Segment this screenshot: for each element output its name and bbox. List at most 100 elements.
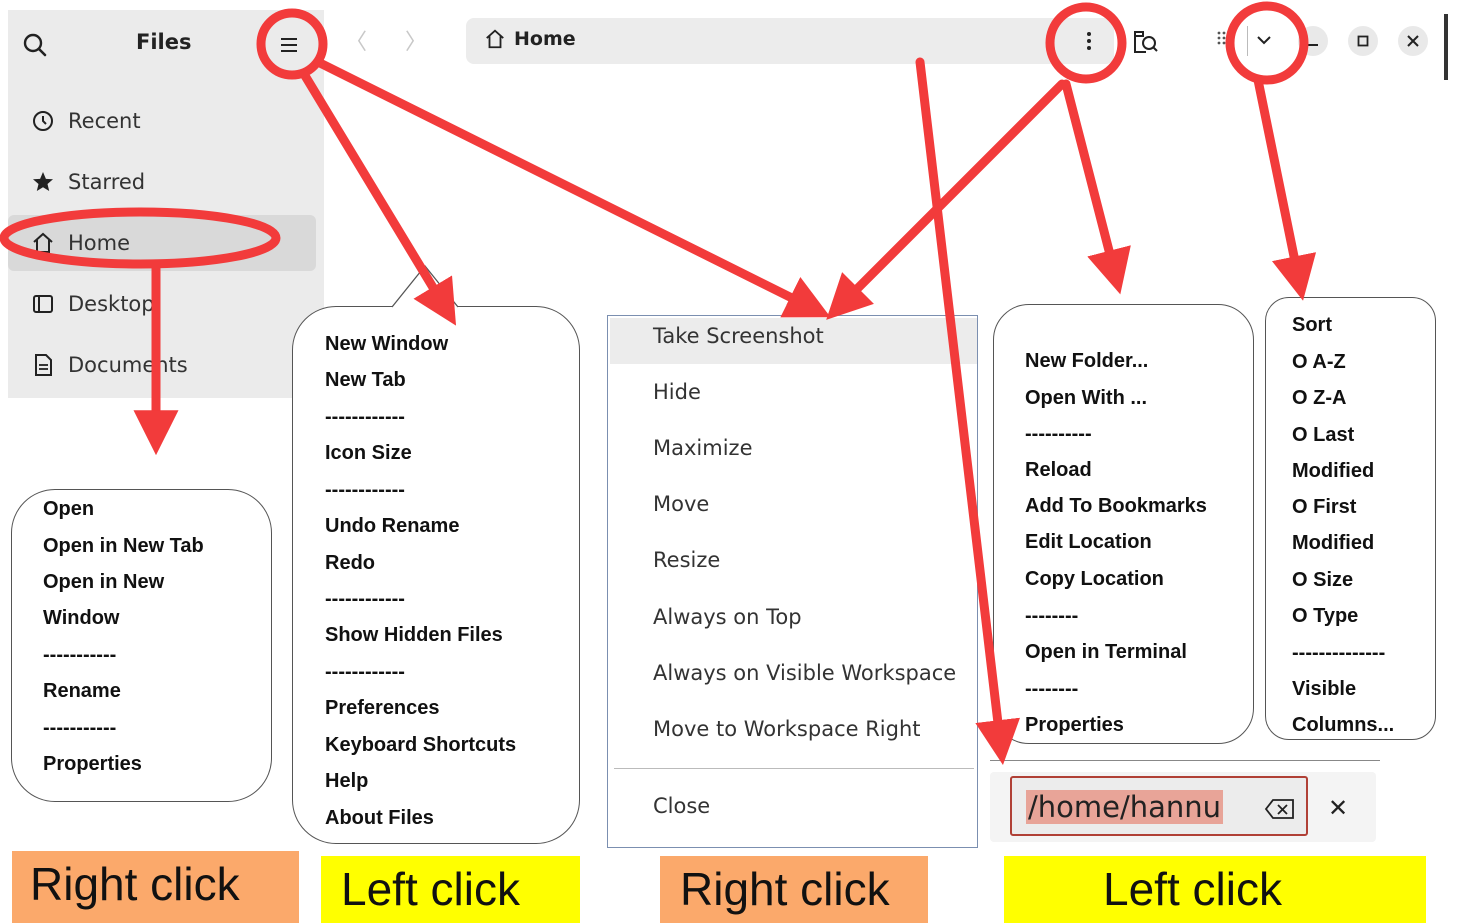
label-left-click: Left click xyxy=(321,856,580,923)
maximize-icon xyxy=(1357,35,1369,47)
annotation-arrow xyxy=(826,79,1067,320)
close-button[interactable] xyxy=(1398,26,1428,56)
chevron-down-icon[interactable] xyxy=(1256,34,1272,46)
nav-arrows: 〈〉 xyxy=(345,24,465,56)
sidebar-item-home[interactable]: Home xyxy=(8,215,316,271)
menu-item-help[interactable]: Help xyxy=(325,770,368,793)
menu-item-maximize[interactable]: Maximize xyxy=(653,436,752,460)
sidebar-item-documents[interactable]: Documents xyxy=(8,337,316,393)
divider-line xyxy=(990,760,1380,761)
star-icon xyxy=(28,170,58,194)
menu-item-edit-location[interactable]: Edit Location xyxy=(1025,531,1152,554)
scrollbar[interactable] xyxy=(1444,14,1448,80)
label-right-click: Right click xyxy=(12,851,299,923)
menu-item-new-tab[interactable]: New Tab xyxy=(325,369,406,392)
search-icon[interactable] xyxy=(22,32,48,58)
menu-item-properties[interactable]: Properties xyxy=(1025,714,1124,737)
annotation-arrow xyxy=(1061,79,1131,295)
grid-view-icon[interactable] xyxy=(1216,30,1228,50)
menu-item-preferences[interactable]: Preferences xyxy=(325,697,440,720)
home-icon xyxy=(486,29,504,49)
sidebar-item-label: Desktop xyxy=(68,292,155,316)
menu-separator: ------------ xyxy=(325,588,405,610)
sort-option-type[interactable]: O Type xyxy=(1292,605,1358,628)
sidebar-item-label: Home xyxy=(68,231,131,255)
menu-item-reload[interactable]: Reload xyxy=(1025,459,1092,482)
menu-item-redo[interactable]: Redo xyxy=(325,552,375,575)
menu-item-about-files[interactable]: About Files xyxy=(325,807,434,830)
close-location-button[interactable]: ✕ xyxy=(1328,794,1348,822)
menu-item-copy-location[interactable]: Copy Location xyxy=(1025,568,1164,591)
menu-separator: ------------ xyxy=(325,479,405,501)
menu-item-keyboard-shortcuts[interactable]: Keyboard Shortcuts xyxy=(325,734,516,757)
app-title: Files xyxy=(136,30,192,54)
menu-separator: ----------- xyxy=(43,644,117,666)
menu-item-visible-columns[interactable]: Visible xyxy=(1292,678,1356,701)
sidebar-context-menu: Open Open in New Tab Open in New Window … xyxy=(11,489,272,802)
annotation-arrow xyxy=(1253,75,1317,301)
menu-item-always-on-visible-workspace[interactable]: Always on Visible Workspace xyxy=(653,661,956,685)
location-input[interactable]: /home/hannu xyxy=(1010,776,1308,836)
menu-item-visible-columns-cont[interactable]: Columns... xyxy=(1292,714,1394,737)
menu-item-always-on-top[interactable]: Always on Top xyxy=(653,605,802,629)
location-bar: /home/hannu ✕ xyxy=(990,772,1376,842)
menu-separator: ------------ xyxy=(325,661,405,683)
menu-pointer-arrow xyxy=(392,264,458,308)
menu-item-open-with[interactable]: Open With ... xyxy=(1025,387,1147,410)
menu-separator: -------- xyxy=(1025,605,1079,627)
sort-option-first-modified[interactable]: O First xyxy=(1292,496,1356,519)
menu-item-rename[interactable]: Rename xyxy=(43,680,121,703)
menu-item-icon-size[interactable]: Icon Size xyxy=(325,442,412,465)
main-menu: New Window New Tab ------------ Icon Siz… xyxy=(292,306,580,844)
forward-button[interactable]: 〉 xyxy=(405,30,465,55)
home-icon xyxy=(28,231,58,255)
sidebar-item-starred[interactable]: Starred xyxy=(8,154,316,210)
maximize-button[interactable] xyxy=(1348,26,1378,56)
sidebar-item-desktop[interactable]: Desktop xyxy=(8,276,316,332)
menu-item-move-to-workspace-right[interactable]: Move to Workspace Right xyxy=(653,717,921,741)
sort-option-last-modified-cont[interactable]: Modified xyxy=(1292,460,1374,483)
menu-separator: ------------ xyxy=(325,406,405,428)
menu-item-hide[interactable]: Hide xyxy=(653,380,701,404)
menu-item-new-window[interactable]: New Window xyxy=(325,333,448,356)
menu-item-open-in-new-tab[interactable]: Open in New Tab xyxy=(43,535,204,558)
view-options-menu: Sort O A-Z O Z-A O Last Modified O First… xyxy=(1265,297,1436,740)
desktop-icon xyxy=(28,292,58,316)
sidebar-header: Files xyxy=(8,10,324,80)
sort-option-last-modified[interactable]: O Last xyxy=(1292,424,1354,447)
menu-separator: ----------- xyxy=(43,717,117,739)
menu-item-new-folder[interactable]: New Folder... xyxy=(1025,350,1148,373)
back-button[interactable]: 〈 xyxy=(345,30,405,55)
clear-text-icon[interactable] xyxy=(1264,798,1296,820)
sidebar-item-recent[interactable]: Recent xyxy=(8,93,316,149)
search-folder-icon[interactable] xyxy=(1132,28,1160,56)
clock-icon xyxy=(28,109,58,133)
menu-item-close[interactable]: Close xyxy=(653,794,710,818)
minimize-icon xyxy=(1308,44,1318,46)
sort-option-z-a[interactable]: O Z-A xyxy=(1292,387,1346,410)
sidebar: Files Recent Starred Home Desktop Docume… xyxy=(8,10,324,398)
sort-option-first-modified-cont[interactable]: Modified xyxy=(1292,532,1374,555)
sort-option-size[interactable]: O Size xyxy=(1292,569,1353,592)
sort-option-a-z[interactable]: O A-Z xyxy=(1292,351,1346,374)
more-options-icon[interactable] xyxy=(1082,30,1096,52)
window-context-menu: Take Screenshot Hide Maximize Move Resiz… xyxy=(607,315,978,848)
path-bar[interactable]: Home xyxy=(466,18,1114,64)
menu-item-open-in-new-window-cont[interactable]: Window xyxy=(43,607,119,630)
path-options-menu: New Folder... Open With ... ---------- R… xyxy=(993,304,1254,744)
menu-item-take-screenshot[interactable]: Take Screenshot xyxy=(653,324,824,348)
menu-icon[interactable] xyxy=(278,32,300,58)
menu-item-open-in-terminal[interactable]: Open in Terminal xyxy=(1025,641,1187,664)
menu-heading-sort: Sort xyxy=(1292,314,1332,336)
minimize-button[interactable] xyxy=(1298,26,1328,56)
menu-item-resize[interactable]: Resize xyxy=(653,548,720,572)
menu-item-properties[interactable]: Properties xyxy=(43,753,142,776)
toolbar-divider xyxy=(1247,26,1248,56)
path-home-button[interactable]: Home xyxy=(484,28,576,50)
menu-item-open-in-new-window[interactable]: Open in New xyxy=(43,571,164,594)
menu-item-move[interactable]: Move xyxy=(653,492,709,516)
menu-item-show-hidden-files[interactable]: Show Hidden Files xyxy=(325,624,503,647)
menu-item-undo-rename[interactable]: Undo Rename xyxy=(325,515,459,538)
menu-item-add-to-bookmarks[interactable]: Add To Bookmarks xyxy=(1025,495,1207,518)
menu-item-open[interactable]: Open xyxy=(43,498,94,521)
